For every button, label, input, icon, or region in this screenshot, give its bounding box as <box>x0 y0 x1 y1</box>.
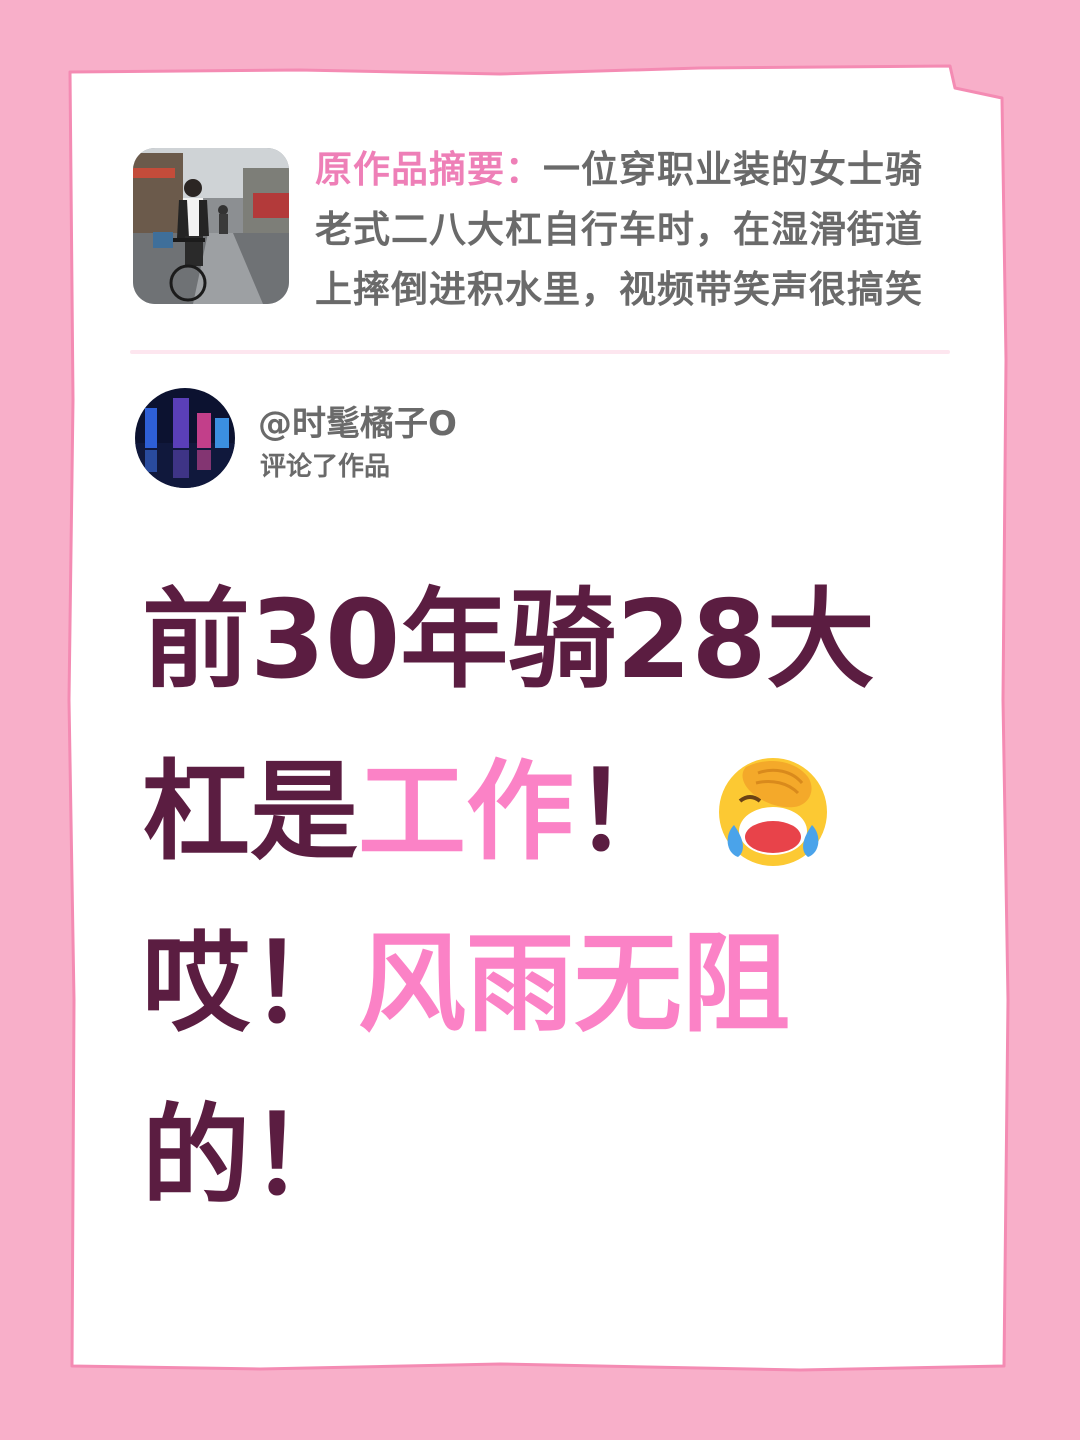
headline-part-3: ！ <box>574 750 683 875</box>
street-bicycle-image <box>133 148 289 304</box>
divider <box>130 350 950 354</box>
night-city-avatar-image <box>135 388 235 488</box>
original-video-thumbnail[interactable] <box>133 148 289 304</box>
comment-card: 原作品摘要：一位穿职业装的女士骑老式二八大杠自行车时，在湿滑街道上摔倒进积水里，… <box>70 70 1010 1370</box>
facepalm-laughing-crying-emoji-icon <box>716 755 830 869</box>
commenter-name[interactable]: @时髦橘子O <box>258 396 457 445</box>
original-work-summary: 原作品摘要：一位穿职业装的女士骑老式二八大杠自行车时，在湿滑街道上摔倒进积水里，… <box>315 140 955 320</box>
headline-highlight-rain-or-shine: 风雨无阻 <box>358 922 791 1047</box>
headline-part-4: 哎！ <box>142 922 359 1047</box>
summary-label: 原作品摘要： <box>315 148 543 191</box>
comment-action-label: 评论了作品 <box>260 452 391 482</box>
avatar[interactable] <box>135 388 235 488</box>
headline-highlight-work: 工作 <box>358 750 575 875</box>
comment-headline: 前30年骑28大杠是工作！ 哎！风雨无阻 的！ <box>142 555 902 1243</box>
headline-part-6: 的！ <box>142 1094 359 1219</box>
